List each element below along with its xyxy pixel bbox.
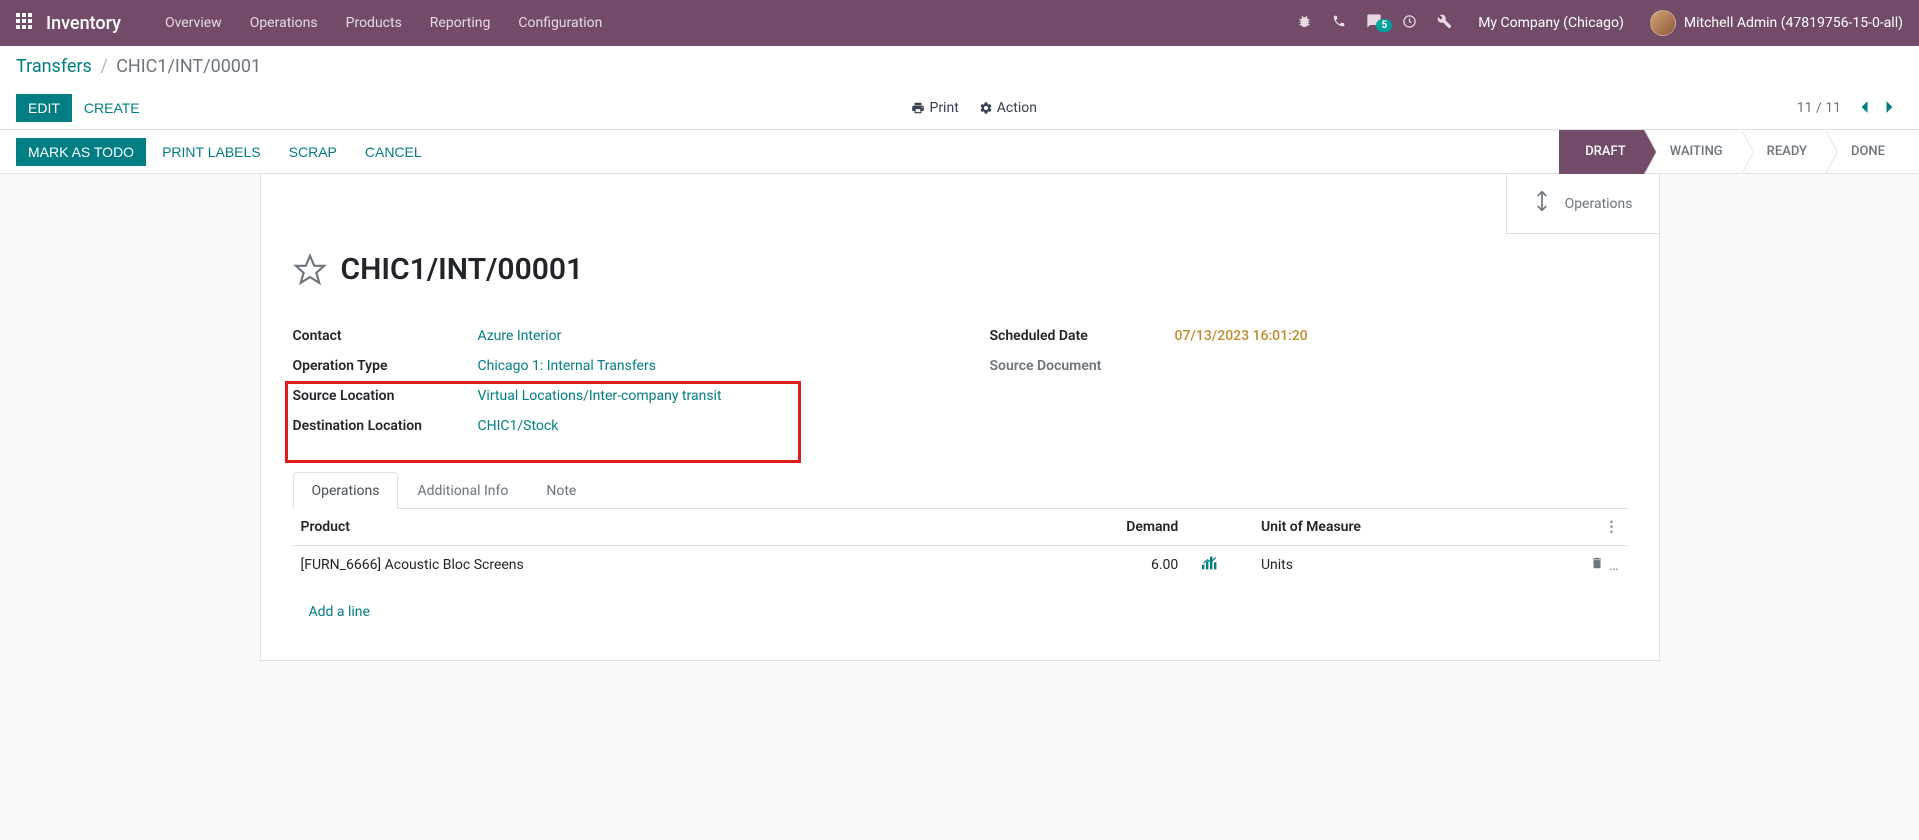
pager[interactable]: 11 / 11 bbox=[1797, 100, 1841, 116]
breadcrumb-sep: / bbox=[100, 56, 107, 77]
source-document-label: Source Document bbox=[990, 358, 1175, 374]
print-icon bbox=[911, 101, 925, 115]
priority-star-icon[interactable] bbox=[293, 253, 327, 287]
gear-icon bbox=[979, 101, 993, 115]
col-forecast bbox=[1186, 509, 1253, 546]
avatar bbox=[1650, 10, 1676, 36]
user-menu[interactable]: Mitchell Admin (47819756-15-0-all) bbox=[1640, 10, 1903, 36]
prev-record-button[interactable] bbox=[1851, 94, 1877, 123]
tab-note[interactable]: Note bbox=[527, 472, 595, 509]
phone-icon[interactable] bbox=[1322, 14, 1356, 32]
print-button[interactable]: Print bbox=[911, 100, 958, 116]
tools-icon[interactable] bbox=[1427, 14, 1462, 33]
breadcrumb: Transfers / CHIC1/INT/00001 bbox=[16, 56, 1903, 77]
tabs: Operations Additional Info Note bbox=[293, 471, 1627, 509]
kebab-icon[interactable]: ⋮ bbox=[1605, 519, 1619, 535]
delete-row-icon[interactable] bbox=[1590, 558, 1607, 574]
status-steps: Draft Waiting Ready Done bbox=[1559, 130, 1903, 174]
apps-icon[interactable] bbox=[16, 13, 32, 33]
operation-type-value[interactable]: Chicago 1: Internal Transfers bbox=[478, 358, 656, 374]
updown-icon bbox=[1533, 190, 1551, 217]
tab-additional-info[interactable]: Additional Info bbox=[398, 472, 527, 509]
print-label: Print bbox=[929, 100, 958, 116]
operations-table: Product Demand Unit of Measure ⋮ [FURN_6… bbox=[293, 509, 1627, 640]
menu-operations[interactable]: Operations bbox=[236, 0, 332, 46]
add-line-button[interactable]: Add a line bbox=[301, 594, 378, 630]
scrap-button[interactable]: Scrap bbox=[277, 138, 349, 166]
contact-label: Contact bbox=[293, 328, 478, 344]
form-sheet: Operations CHIC1/INT/00001 Contact Azure… bbox=[260, 174, 1660, 661]
bug-icon[interactable] bbox=[1287, 14, 1322, 33]
source-location-label: Source Location bbox=[293, 388, 478, 404]
row-more-icon[interactable]: … bbox=[1609, 558, 1618, 574]
destination-location-value[interactable]: CHIC1/Stock bbox=[478, 418, 559, 434]
menu-overview[interactable]: Overview bbox=[151, 0, 236, 46]
operations-stat-label: Operations bbox=[1565, 196, 1633, 212]
tab-operations[interactable]: Operations bbox=[293, 472, 399, 509]
company-selector[interactable]: My Company (Chicago) bbox=[1462, 15, 1640, 31]
contact-value[interactable]: Azure Interior bbox=[478, 328, 562, 344]
breadcrumb-parent[interactable]: Transfers bbox=[16, 56, 92, 77]
create-button[interactable]: Create bbox=[72, 94, 152, 122]
status-draft[interactable]: Draft bbox=[1559, 130, 1644, 174]
status-waiting[interactable]: Waiting bbox=[1644, 130, 1741, 174]
top-navbar: Inventory Overview Operations Products R… bbox=[0, 0, 1919, 46]
col-demand: Demand bbox=[1026, 509, 1186, 546]
cancel-button[interactable]: Cancel bbox=[353, 138, 434, 166]
menu-products[interactable]: Products bbox=[332, 0, 416, 46]
next-record-button[interactable] bbox=[1877, 94, 1903, 123]
breadcrumb-current: CHIC1/INT/00001 bbox=[116, 56, 261, 77]
cell-demand: 6.00 bbox=[1026, 546, 1186, 585]
control-bar: Transfers / CHIC1/INT/00001 Edit Create … bbox=[0, 46, 1919, 130]
messages-icon[interactable]: 5 bbox=[1356, 13, 1392, 33]
table-row[interactable]: [FURN_6666] Acoustic Bloc Screens 6.00 U… bbox=[293, 546, 1627, 585]
clock-icon[interactable] bbox=[1392, 14, 1427, 33]
action-button[interactable]: Action bbox=[979, 100, 1037, 116]
forecast-icon[interactable] bbox=[1202, 558, 1218, 574]
destination-location-label: Destination Location bbox=[293, 418, 478, 434]
cell-uom: Units bbox=[1253, 546, 1577, 585]
source-location-value[interactable]: Virtual Locations/Inter-company transit bbox=[478, 388, 722, 404]
menu-reporting[interactable]: Reporting bbox=[416, 0, 505, 46]
action-label: Action bbox=[997, 100, 1037, 116]
cell-product: [FURN_6666] Acoustic Bloc Screens bbox=[293, 546, 1027, 585]
user-name: Mitchell Admin (47819756-15-0-all) bbox=[1684, 15, 1903, 31]
app-brand[interactable]: Inventory bbox=[46, 13, 121, 34]
scheduled-date-value: 07/13/2023 16:01:20 bbox=[1175, 328, 1308, 344]
messages-badge: 5 bbox=[1376, 19, 1392, 32]
status-bar: Mark as Todo Print Labels Scrap Cancel D… bbox=[0, 130, 1919, 174]
menu-configuration[interactable]: Configuration bbox=[504, 0, 616, 46]
print-labels-button[interactable]: Print Labels bbox=[150, 138, 273, 166]
col-uom: Unit of Measure bbox=[1253, 509, 1577, 546]
scheduled-date-label: Scheduled Date bbox=[990, 328, 1175, 344]
record-title: CHIC1/INT/00001 bbox=[341, 252, 584, 287]
operation-type-label: Operation Type bbox=[293, 358, 478, 374]
operations-stat-button[interactable]: Operations bbox=[1506, 174, 1659, 234]
col-product: Product bbox=[293, 509, 1027, 546]
mark-as-todo-button[interactable]: Mark as Todo bbox=[16, 138, 146, 166]
edit-button[interactable]: Edit bbox=[16, 94, 72, 122]
col-actions[interactable]: ⋮ bbox=[1577, 509, 1627, 546]
